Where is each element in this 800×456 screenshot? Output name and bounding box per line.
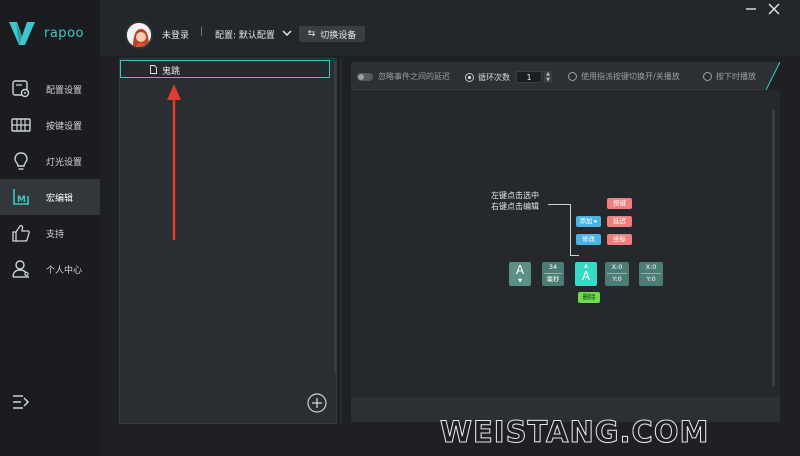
coord-x: X:0 <box>607 262 627 274</box>
hold-play-radio[interactable] <box>703 72 712 81</box>
sidebar-item-label: 按键设置 <box>46 121 83 132</box>
sidebar-item-keys[interactable]: 按键设置 <box>0 107 100 143</box>
hint-leader-line <box>570 255 579 256</box>
avatar[interactable] <box>125 21 153 49</box>
brand-name: rapoo <box>44 25 84 41</box>
toggle-play-option[interactable]: 使用指派按键切换开/关播放 <box>568 71 680 82</box>
delay-unit: 毫秒 <box>546 275 560 283</box>
ignore-delay-option[interactable]: 忽略事件之间的延迟 <box>357 71 450 82</box>
coord-y: Y:0 <box>612 275 622 283</box>
rapoo-logo-icon <box>9 22 35 45</box>
macro-editor-panel: 忽略事件之间的延迟 循环次数 1 ▲▼ 使用指派按键切换开/关播放 按下时播放 <box>351 62 780 422</box>
key-action-tile[interactable]: A ▼ <box>509 262 531 286</box>
watermark-text: WEISTANG.COM <box>439 415 710 450</box>
settings-icon <box>12 80 30 98</box>
key-down-icon: ▼ <box>518 278 522 284</box>
file-icon <box>150 65 157 74</box>
editor-scrollbar[interactable] <box>772 110 775 386</box>
delete-action-button[interactable]: 删除 <box>578 292 600 303</box>
add-delay-button[interactable]: 延迟 <box>607 216 632 227</box>
annotation-arrow <box>167 84 181 240</box>
sidebar-item-label: 宏编辑 <box>46 193 74 204</box>
header-separator: | <box>200 27 204 37</box>
close-icon[interactable] <box>768 3 780 15</box>
loop-count-stepper[interactable]: ▲ ▼ <box>544 71 552 83</box>
switch-device-label: 切换设备 <box>320 30 357 41</box>
sidebar-item-label: 个人中心 <box>46 265 83 276</box>
loop-radio[interactable] <box>465 72 474 82</box>
selected-key-tile[interactable]: ▲ A <box>575 262 597 286</box>
key-label: A <box>581 269 591 283</box>
macro-icon: M <box>13 189 29 205</box>
loop-count-input[interactable]: 1 <box>516 71 542 83</box>
chevron-down-icon[interactable] <box>282 30 292 37</box>
sidebar-item-label: 灯光设置 <box>46 157 83 168</box>
collapse-menu-icon[interactable] <box>12 394 30 410</box>
brand-logo: rapoo <box>8 18 84 48</box>
sidebar-item-macro[interactable]: M 宏编辑 <box>0 179 100 215</box>
login-status[interactable]: 未登录 <box>162 28 189 41</box>
config-selector[interactable]: 配置: 默认配置 <box>215 28 275 41</box>
user-icon <box>12 260 29 278</box>
coord-x: X:0 <box>641 262 661 274</box>
delay-value: 34 <box>544 262 562 274</box>
macro-name[interactable]: 鬼跳 <box>162 64 180 77</box>
hint-line-1: 左键点击选中 <box>491 191 539 200</box>
loop-option[interactable]: 循环次数 1 ▲ ▼ <box>465 71 552 83</box>
switch-device-button[interactable]: ⇆ 切换设备 <box>299 26 365 42</box>
lightbulb-icon <box>14 152 28 170</box>
hint-line-2: 右键点击编辑 <box>491 202 539 211</box>
sidebar-item-label: 支持 <box>46 229 65 240</box>
sidebar-item-support[interactable]: 支持 <box>0 215 100 251</box>
hint-leader-line <box>548 204 570 205</box>
svg-text:M: M <box>17 195 26 205</box>
thumbs-up-icon <box>12 224 30 242</box>
minimize-icon[interactable] <box>745 3 757 15</box>
add-key-button[interactable]: 按键 <box>607 198 632 209</box>
hold-play-option[interactable]: 按下时播放 <box>703 71 756 82</box>
loop-label: 循环次数 <box>478 72 510 82</box>
sidebar-item-config[interactable]: 配置设置 <box>0 71 100 107</box>
add-action-button[interactable]: 添加 ▸ <box>576 216 601 227</box>
ignore-delay-label: 忽略事件之间的延迟 <box>378 72 450 81</box>
macro-list-panel: 鬼跳 <box>119 58 337 424</box>
delay-tile[interactable]: 34 毫秒 <box>542 262 564 286</box>
sidebar-item-profile[interactable]: 个人中心 <box>0 251 100 287</box>
macro-list-item[interactable]: 鬼跳 <box>120 60 330 78</box>
coordinate-tile[interactable]: X:0 Y:0 <box>605 262 629 286</box>
add-macro-button[interactable] <box>307 393 327 413</box>
toggle-play-radio[interactable] <box>568 72 577 81</box>
sidebar-item-label: 配置设置 <box>46 85 83 96</box>
edit-action-button[interactable]: 修改 <box>576 234 601 245</box>
add-coordinate-button[interactable]: 坐标 <box>607 234 632 245</box>
key-label: A <box>515 263 525 277</box>
sidebar-item-lighting[interactable]: 灯光设置 <box>0 143 100 179</box>
swap-icon: ⇆ <box>307 29 316 39</box>
ignore-delay-toggle[interactable] <box>357 72 373 81</box>
main-area: 鬼跳 忽略事件之间的延迟 循环次数 1 ▲ ▼ 使用指派按键切换开/关播放 按下… <box>100 56 800 456</box>
coordinate-tile[interactable]: X:0 Y:0 <box>639 262 663 286</box>
panel-divider <box>340 58 342 424</box>
coord-y: Y:0 <box>646 275 656 283</box>
sidebar: rapoo 配置设置 按键设置 灯光设置 M 宏编辑 支持 个人中心 <box>0 0 100 456</box>
toggle-play-label: 使用指派按键切换开/关播放 <box>581 72 680 81</box>
macro-options-bar: 忽略事件之间的延迟 循环次数 1 ▲ ▼ 使用指派按键切换开/关播放 按下时播放 <box>351 62 780 90</box>
editor-hint: 左键点击选中 右键点击编辑 <box>491 190 539 212</box>
macro-list-scrollbar[interactable] <box>334 61 337 373</box>
avatar-icon <box>127 23 151 47</box>
hint-leader-line <box>570 204 571 256</box>
hold-play-label: 按下时播放 <box>716 72 756 81</box>
sidebar-nav: 配置设置 按键设置 灯光设置 M 宏编辑 支持 个人中心 <box>0 71 100 287</box>
options-bar-corner <box>766 62 780 90</box>
keyboard-icon <box>11 118 31 132</box>
top-bar: 未登录 | 配置: 默认配置 ⇆ 切换设备 <box>100 0 800 56</box>
